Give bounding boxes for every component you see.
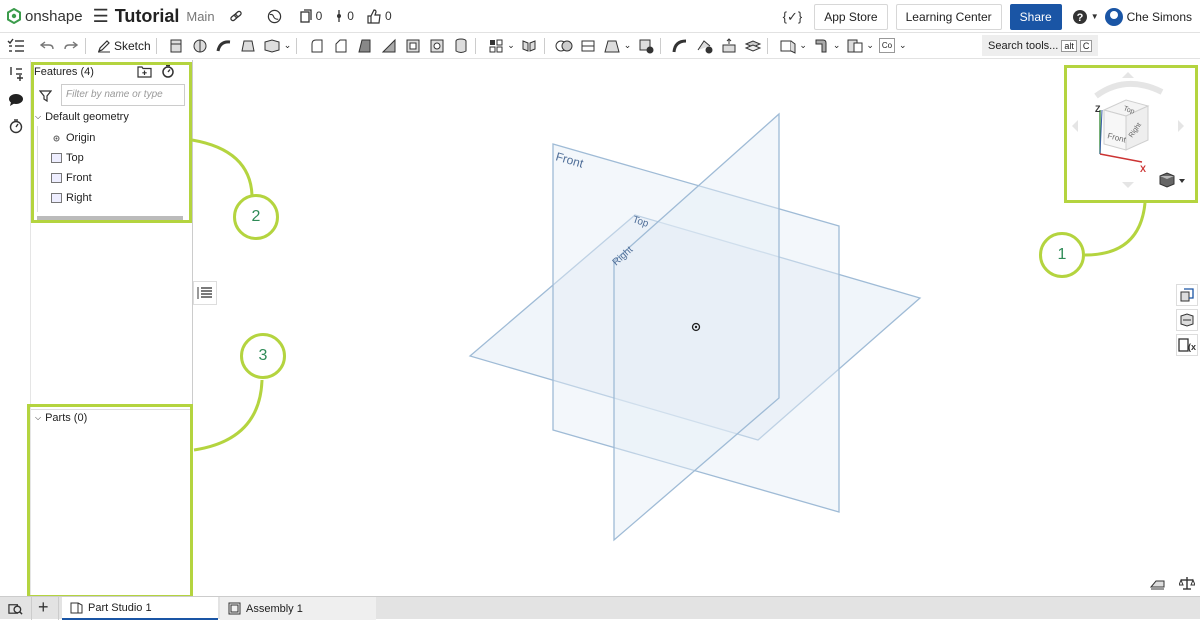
tab-part-studio-1[interactable]: Part Studio 1 — [62, 597, 218, 620]
callout-connectors — [191, 138, 1147, 452]
callout-1: 1 — [1039, 232, 1085, 278]
tab-bar: + Part Studio 1 Assembly 1 — [0, 596, 1200, 620]
tab-label: Assembly 1 — [246, 602, 303, 615]
callout-3-connector — [193, 379, 264, 452]
callout-2-connector — [191, 138, 254, 196]
tab-assembly-1[interactable]: Assembly 1 — [220, 597, 376, 620]
add-tab-icon[interactable]: + — [38, 597, 49, 618]
part-studio-icon — [70, 602, 83, 614]
callout-1-connector — [1084, 202, 1147, 257]
assembly-icon — [228, 602, 241, 615]
search-tabs-icon[interactable] — [8, 601, 23, 616]
callout-2: 2 — [233, 194, 279, 240]
tab-label: Part Studio 1 — [88, 601, 152, 614]
callout-3: 3 — [240, 333, 286, 379]
